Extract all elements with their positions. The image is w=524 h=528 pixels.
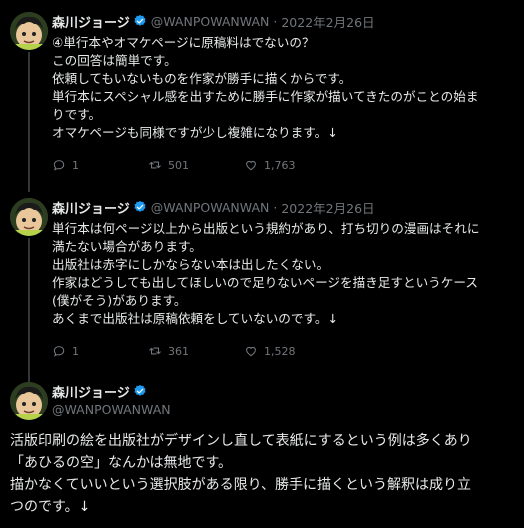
tweet-header: 森川ジョージ xyxy=(52,382,147,401)
tweet-text-line: 単行本にスペシャル感を出すために勝手に作家が描いてきたのがことの始ま xyxy=(52,89,479,104)
like-button[interactable]: 1,763 xyxy=(244,158,340,172)
tweet-text-line: 依頼してもいないものを作家が勝手に描くからです。 xyxy=(52,71,352,86)
reply-icon xyxy=(53,346,65,357)
retweet-icon xyxy=(149,161,161,169)
retweet-count: 501 xyxy=(168,158,189,172)
like-icon xyxy=(246,346,256,357)
separator-dot: · xyxy=(273,199,278,215)
focused-tweet[interactable]: 森川ジョージ @WANPOWANWAN 活版印刷の絵を出版社がデザインし直して表… xyxy=(0,372,524,528)
author-handle[interactable]: @WANPOWANWAN xyxy=(151,14,270,29)
reply-icon xyxy=(53,160,65,171)
retweet-button[interactable]: 361 xyxy=(148,344,244,358)
author-handle[interactable]: @WANPOWANWAN xyxy=(151,200,270,215)
tweet-text-line: (僕がそう)があります。 xyxy=(52,293,187,308)
tweet-actions: 1 501 1,763 xyxy=(52,158,340,172)
author-handle[interactable]: @WANPOWANWAN xyxy=(52,402,171,417)
tweet-text-line: オマケページも同様ですが少し複雑になります。↓ xyxy=(52,125,338,140)
tweet-header: 森川ジョージ @WANPOWANWAN · 2022年2月26日 xyxy=(52,12,375,31)
retweet-count: 361 xyxy=(168,344,189,358)
thread-connector xyxy=(28,52,30,192)
tweet-thread: 森川ジョージ @WANPOWANWAN · 2022年2月26日 ④単行本やオマ… xyxy=(0,0,524,528)
like-count: 1,528 xyxy=(264,344,296,358)
verified-badge-icon xyxy=(134,384,146,396)
tweet-text-line: 描かなくていいという選択肢がある限り、勝手に描くという解釈は成り立 xyxy=(10,477,472,493)
tweet-text-line: この回答は簡単です。 xyxy=(52,53,177,68)
retweet-icon xyxy=(149,347,161,355)
tweet-date[interactable]: 2022年2月26日 xyxy=(281,12,374,31)
tweet-text: 活版印刷の絵を出版社がデザインし直して表紙にするという例は多くあり 「あひるの空」… xyxy=(10,430,520,518)
tweet-text-line: 活版印刷の絵を出版社がデザインし直して表紙にするという例は多くあり xyxy=(10,433,472,449)
tweet-text-line: あくまで出版社は原稿依頼をしていないのです。↓ xyxy=(52,311,338,326)
like-button[interactable]: 1,528 xyxy=(244,344,340,358)
thread-connector xyxy=(28,238,30,388)
tweet[interactable]: 森川ジョージ @WANPOWANWAN · 2022年2月26日 ④単行本やオマ… xyxy=(0,0,524,192)
author-name[interactable]: 森川ジョージ xyxy=(52,12,130,31)
tweet-header: 森川ジョージ @WANPOWANWAN · 2022年2月26日 xyxy=(52,198,375,217)
tweet-text-line: ④単行本やオマケページに原稿料はでないの？ xyxy=(52,35,315,50)
tweet-text-line: つのです。↓ xyxy=(10,499,91,515)
avatar[interactable] xyxy=(10,198,48,236)
tweet-text: ④単行本やオマケページに原稿料はでないの？ この回答は簡単です。依頼してもいないも… xyxy=(52,34,518,142)
tweet-text-line: 出版社は赤字にしかならない本は出したくない。 xyxy=(52,257,330,272)
retweet-button[interactable]: 501 xyxy=(148,158,244,172)
tweet[interactable]: 森川ジョージ @WANPOWANWAN · 2022年2月26日 単行本は何ペー… xyxy=(0,186,524,388)
like-icon xyxy=(246,160,256,171)
author-name[interactable]: 森川ジョージ xyxy=(52,198,130,217)
tweet-text: 単行本は何ページ以上から出版という規約があり、打ち切りの漫画はそれに 満たない場合… xyxy=(52,220,518,328)
tweet-text-line: 単行本は何ページ以上から出版という規約があり、打ち切りの漫画はそれに xyxy=(52,221,480,236)
tweet-text-line: 作家はどうしても出してほしいので足りないページを描き足すというケース xyxy=(52,275,478,290)
tweet-date[interactable]: 2022年2月26日 xyxy=(281,198,374,217)
tweet-actions: 1 361 1,528 xyxy=(52,344,340,358)
reply-button[interactable]: 1 xyxy=(52,158,148,172)
verified-badge-icon xyxy=(134,200,146,212)
reply-button[interactable]: 1 xyxy=(52,344,148,358)
author-name[interactable]: 森川ジョージ xyxy=(52,382,130,401)
separator-dot: · xyxy=(273,13,278,29)
reply-count: 1 xyxy=(72,344,79,358)
tweet-text-line: りです。 xyxy=(52,107,102,122)
avatar[interactable] xyxy=(10,382,48,420)
like-count: 1,763 xyxy=(264,158,296,172)
tweet-text-line: 「あひるの空」なんかは無地です。 xyxy=(10,455,233,471)
avatar[interactable] xyxy=(10,12,48,50)
reply-count: 1 xyxy=(72,158,79,172)
tweet-text-line: 満たない場合があります。 xyxy=(52,239,202,254)
verified-badge-icon xyxy=(134,14,146,26)
